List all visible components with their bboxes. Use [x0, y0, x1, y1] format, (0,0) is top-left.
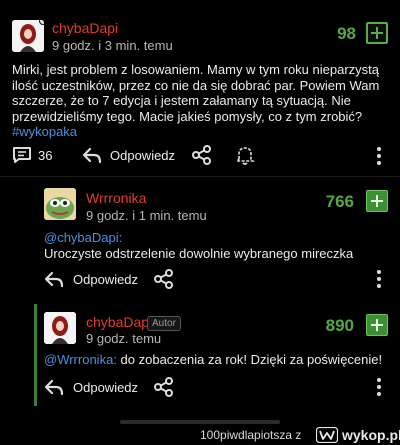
share-icon[interactable]	[154, 269, 174, 289]
post-body: Mirki, jest problem z losowaniem. Mamy w…	[12, 62, 392, 140]
share-icon[interactable]	[192, 145, 212, 165]
post-votes: 98	[337, 24, 356, 43]
upvote-button[interactable]	[366, 22, 388, 44]
comment-votes: 890	[325, 316, 354, 335]
comment-time: 9 godz. i 1 min. temu	[86, 208, 207, 223]
watermark-site: wykop.pl	[342, 427, 400, 443]
more-options-icon[interactable]	[377, 270, 381, 291]
comment-time: 9 godz. temu	[86, 331, 162, 346]
comment-author[interactable]: Wrrronika	[86, 190, 146, 206]
upvote-button[interactable]	[366, 314, 388, 336]
post-author[interactable]: chybaDapi	[52, 20, 118, 36]
online-indicator	[39, 20, 44, 25]
more-options-icon[interactable]	[377, 147, 381, 168]
comment-mention[interactable]: @chybaDapi:	[44, 230, 122, 245]
scroll-indicator	[120, 420, 280, 424]
comment-body: @Wrrronika: do zobaczenia za rok! Dzięki…	[44, 352, 394, 368]
comment-mention[interactable]: @Wrrronika:	[44, 352, 117, 367]
post-tag[interactable]: #wykopaka	[12, 124, 77, 139]
comment-text: Uroczyste odstrzelenie dowolnie wybraneg…	[44, 245, 354, 261]
more-options-icon[interactable]	[377, 378, 381, 399]
reply-button[interactable]: Odpowiedz	[73, 380, 138, 395]
avatar-image	[12, 20, 44, 52]
reply-icon[interactable]	[44, 378, 64, 396]
upvote-button[interactable]	[366, 190, 388, 212]
wykop-logo-icon	[316, 427, 338, 443]
watermark-source: 100piwdlapiotsza z	[200, 428, 302, 442]
reply-button[interactable]: Odpowiedz	[73, 272, 138, 287]
comment-body: @chybaDapi: Uroczyste odstrzelenie dowol…	[44, 230, 394, 261]
avatar[interactable]	[12, 20, 44, 52]
reply-icon[interactable]	[44, 270, 64, 288]
comment-text: do zobaczenia za rok! Dzięki za poświęce…	[116, 352, 383, 367]
comment-avatar[interactable]	[44, 312, 76, 344]
post-time: 9 godz. i 3 min. temu	[52, 38, 173, 53]
share-icon[interactable]	[154, 377, 174, 397]
avatar-image	[44, 312, 76, 344]
divider	[0, 176, 400, 177]
comment-author[interactable]: chybaDapi	[86, 314, 152, 330]
post-text: Mirki, jest problem z losowaniem. Mamy w…	[12, 62, 380, 124]
avatar-image	[44, 188, 76, 220]
comments-icon[interactable]	[12, 146, 32, 164]
bell-mute-icon[interactable]	[234, 144, 256, 166]
thread-line	[34, 304, 37, 406]
reply-icon[interactable]	[82, 146, 102, 164]
comments-count[interactable]: 36	[38, 148, 52, 163]
comment-avatar[interactable]	[44, 188, 76, 220]
author-badge: Autor	[147, 316, 181, 331]
comment-votes: 766	[325, 192, 354, 211]
reply-button[interactable]: Odpowiedz	[110, 148, 175, 163]
